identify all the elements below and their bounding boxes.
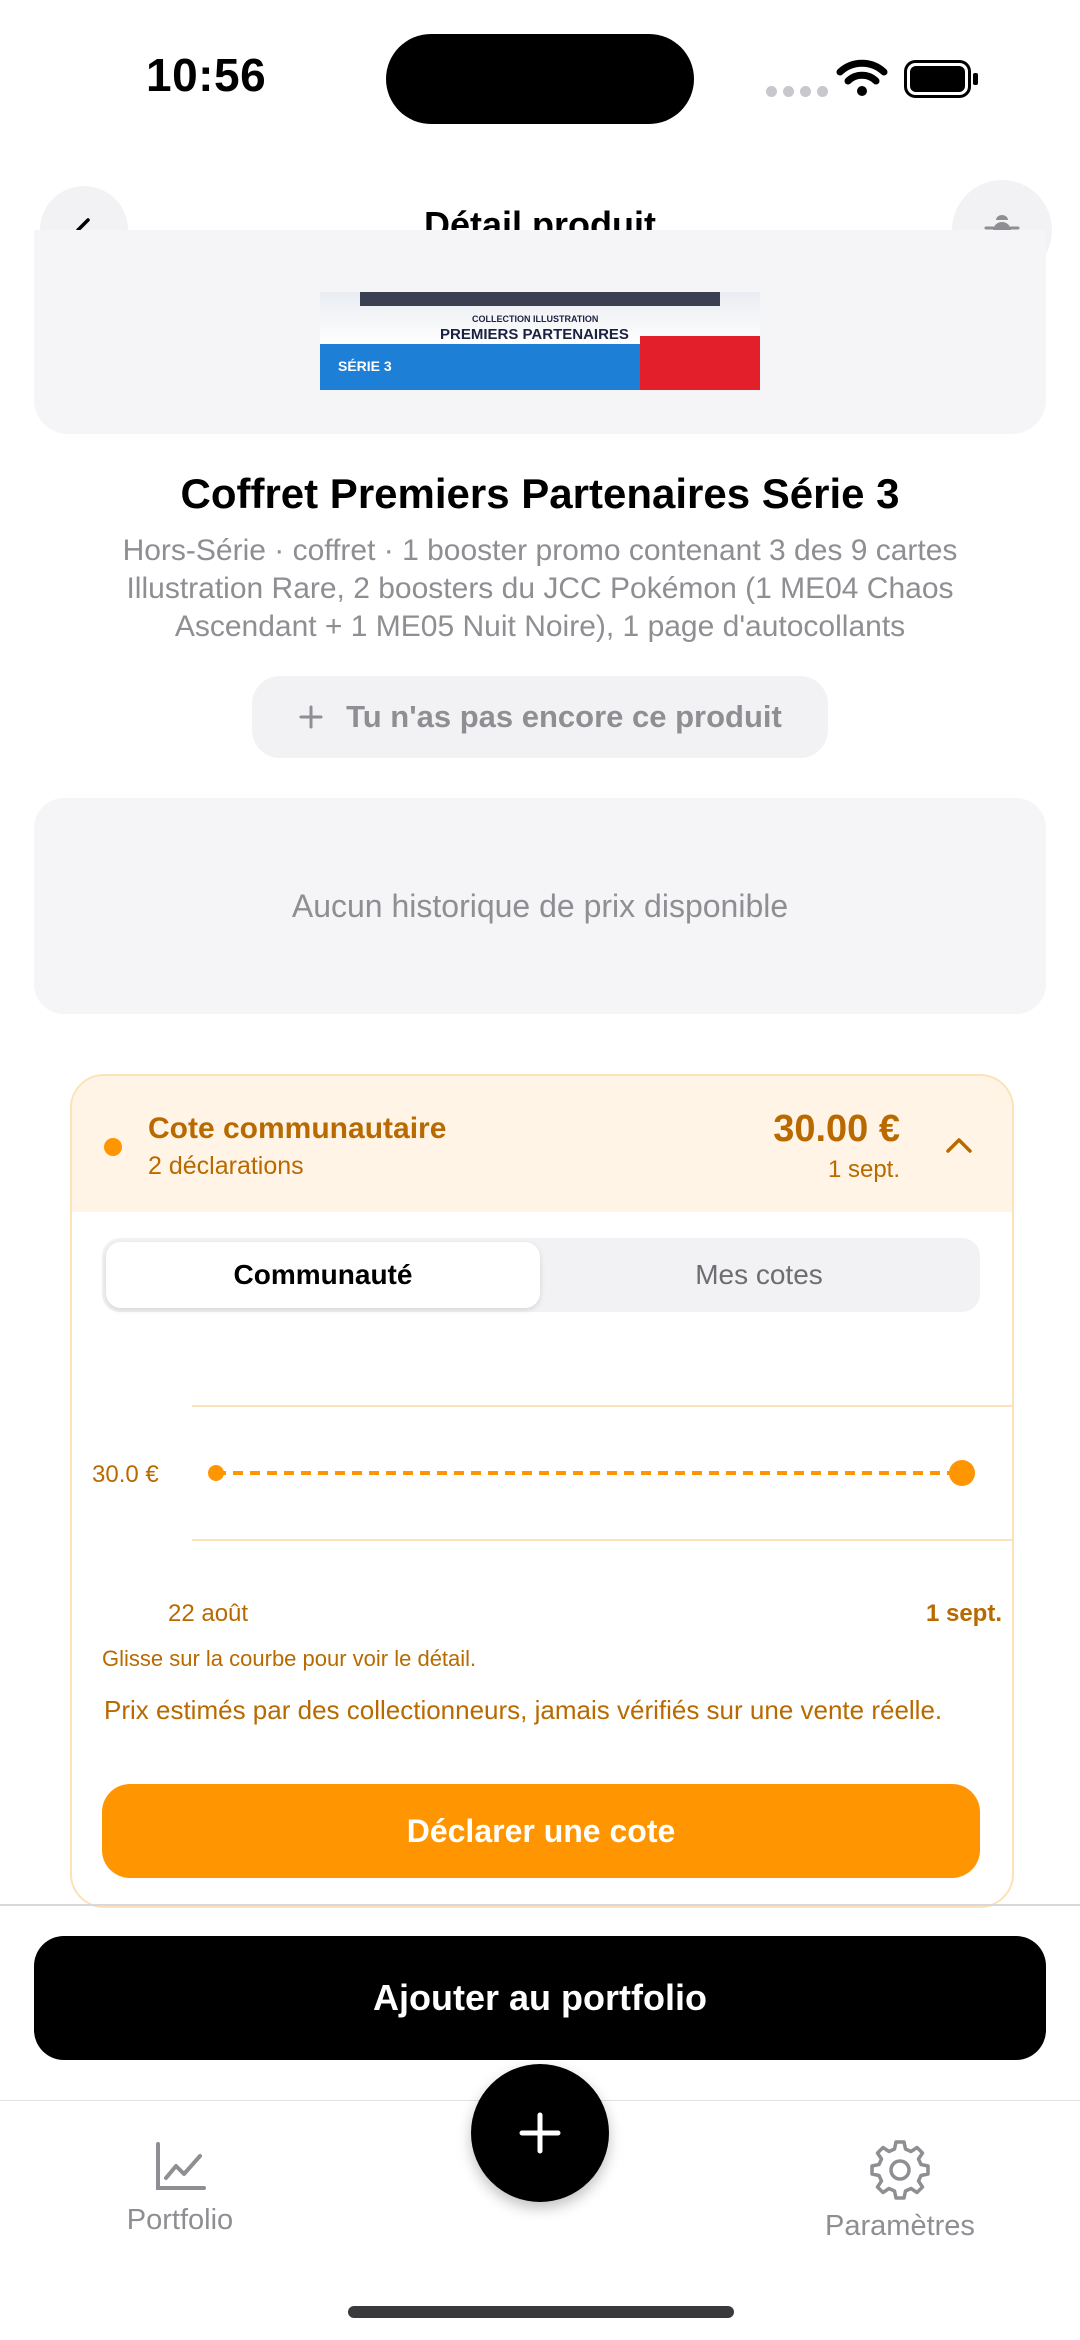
community-cote-card: Cote communautaire 2 déclarations 30.00 …: [70, 1074, 1014, 1908]
chevron-up-icon[interactable]: [942, 1128, 976, 1162]
y-tick-label: 30.0 €: [92, 1461, 159, 1488]
product-description: Hors-Série · coffret · 1 booster promo c…: [122, 534, 958, 643]
cote-title: Cote communautaire: [148, 1112, 447, 1145]
plus-icon: [519, 2112, 561, 2154]
cote-date: 1 sept.: [827, 1156, 900, 1183]
battery-icon: [904, 60, 978, 98]
tab-portfolio[interactable]: Portfolio: [100, 2138, 260, 2237]
divider: [0, 1904, 1080, 1906]
price-history-empty: Aucun historique de prix disponible: [34, 798, 1046, 1014]
tab-mes-cotes[interactable]: Mes cotes: [542, 1242, 976, 1308]
dynamic-island: [386, 34, 694, 124]
x-tick-label-start: 22 août: [168, 1600, 249, 1627]
data-point[interactable]: [208, 1465, 224, 1481]
price-history-empty-text: Aucun historique de prix disponible: [291, 887, 789, 924]
product-title: Coffret Premiers Partenaires Série 3: [180, 470, 900, 517]
home-indicator[interactable]: [348, 2306, 734, 2318]
tab-parametres-label: Paramètres: [825, 2210, 975, 2242]
ownership-label: Tu n'as pas encore ce produit: [346, 699, 782, 734]
cellular-signal-icon: [766, 86, 828, 97]
data-point[interactable]: [949, 1460, 975, 1486]
tab-parametres[interactable]: Paramètres: [800, 2138, 1000, 2243]
add-fab-button[interactable]: [471, 2064, 609, 2202]
chart-hint: Glisse sur la courbe pour voir le détail…: [102, 1646, 477, 1671]
plus-icon: [299, 705, 323, 729]
cote-disclaimer: Prix estimés par des collectionneurs, ja…: [104, 1695, 943, 1725]
cote-header[interactable]: Cote communautaire 2 déclarations 30.00 …: [72, 1076, 1012, 1212]
gear-icon: [870, 2140, 930, 2200]
wifi-icon: [836, 59, 888, 96]
ownership-button[interactable]: Tu n'as pas encore ce produit: [252, 676, 828, 758]
cote-segmented-control: Communauté Mes cotes: [102, 1238, 980, 1312]
declare-cote-button[interactable]: Déclarer une cote: [102, 1784, 980, 1878]
status-dot: [104, 1138, 122, 1156]
cote-price: 30.00 €: [773, 1108, 900, 1150]
product-image: COLLECTION ILLUSTRATION PREMIERS PARTENA…: [320, 292, 760, 390]
status-time: 10:56: [146, 49, 267, 101]
x-tick-label-end: 1 sept.: [925, 1600, 1002, 1627]
tab-portfolio-label: Portfolio: [126, 2204, 234, 2236]
add-to-portfolio-button[interactable]: Ajouter au portfolio: [34, 1936, 1046, 2060]
cote-declarations: 2 déclarations: [148, 1152, 304, 1180]
tab-communaute[interactable]: Communauté: [106, 1242, 540, 1308]
chart-icon: [156, 2142, 206, 2190]
cote-chart[interactable]: 30.0 €: [72, 1356, 1012, 1586]
